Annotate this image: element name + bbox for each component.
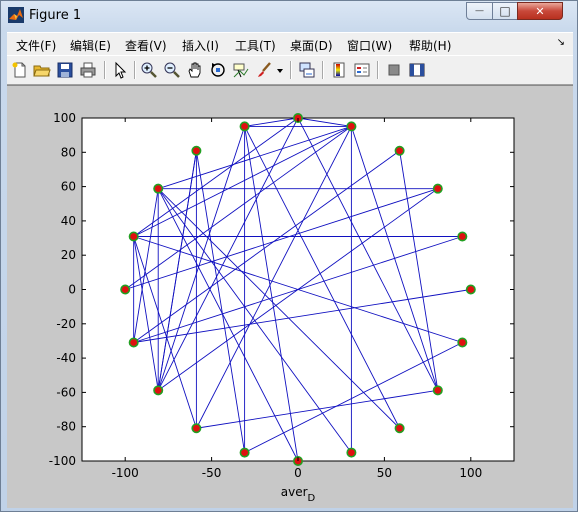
x-tick-label: 100 <box>459 466 482 480</box>
graph-node <box>128 337 139 348</box>
toolbar-separator <box>322 61 324 79</box>
menu-insert[interactable]: 插入(I) <box>182 37 219 54</box>
y-tick-label: 100 <box>53 111 76 125</box>
close-icon: ✕ <box>535 4 545 18</box>
graph-node <box>346 121 357 132</box>
dock-figure-icon[interactable]: ↘ <box>557 37 565 48</box>
show-plot-tools-icon[interactable] <box>408 61 426 79</box>
y-tick-label: -40 <box>56 351 76 365</box>
y-tick-label: -100 <box>49 454 76 468</box>
graph-node <box>432 385 443 396</box>
window-title: Figure 1 <box>29 8 82 23</box>
graph-node <box>128 231 139 242</box>
menu-window[interactable]: 窗口(W) <box>347 37 392 54</box>
menu-file[interactable]: 文件(F) <box>16 37 56 54</box>
pan-hand-icon[interactable] <box>186 61 204 79</box>
graph-node <box>457 337 468 348</box>
y-tick-label: 60 <box>61 180 76 194</box>
link-plot-icon[interactable] <box>298 61 316 79</box>
y-tick-label: -20 <box>56 317 76 331</box>
toolbar-separator <box>104 61 106 79</box>
graph-node <box>465 284 476 295</box>
graph-node <box>432 183 443 194</box>
title-bar[interactable]: Figure 1 — □ ✕ <box>1 1 577 31</box>
zoom-in-icon[interactable] <box>140 61 158 79</box>
y-tick-label: 20 <box>61 248 76 262</box>
figure-window: Figure 1 — □ ✕ 文件(F) 编辑(E) 查看(V) 插入(I) 工… <box>0 0 578 512</box>
graph-node <box>239 121 250 132</box>
legend-icon[interactable] <box>353 61 371 79</box>
graph-node <box>394 145 405 156</box>
maximize-button[interactable]: □ <box>492 2 518 20</box>
x-axis-label: averD <box>281 485 316 504</box>
graph-node <box>239 447 250 458</box>
graph-node <box>191 145 202 156</box>
plot-area: -100 -50 0 50 100 100 80 60 40 20 0 -20 -40 -60 -80 -10… <box>49 111 515 504</box>
brush-icon[interactable] <box>255 61 273 79</box>
save-icon[interactable] <box>56 61 74 79</box>
matlab-logo-icon <box>8 7 24 23</box>
toolbar-separator <box>377 61 379 79</box>
y-tick-label: 0 <box>68 283 76 297</box>
y-tick-label: 80 <box>61 145 76 159</box>
edit-plot-arrow-icon[interactable] <box>111 61 129 79</box>
x-axis-label-subscript: D <box>308 493 316 504</box>
close-button[interactable]: ✕ <box>517 2 563 20</box>
rotate-3d-icon[interactable] <box>209 61 227 79</box>
figure-toolbar <box>7 55 573 85</box>
menu-view[interactable]: 查看(V) <box>125 37 167 54</box>
x-tick-label: -50 <box>202 466 222 480</box>
toolbar-separator <box>134 61 136 79</box>
graph-node <box>153 183 164 194</box>
y-tick-label: 40 <box>61 214 76 228</box>
hide-plot-tools-icon[interactable] <box>385 61 403 79</box>
new-figure-icon[interactable] <box>11 61 29 79</box>
menu-bar: 文件(F) 编辑(E) 查看(V) 插入(I) 工具(T) 桌面(D) 窗口(W… <box>7 32 573 55</box>
x-tick-label: 50 <box>377 466 392 480</box>
graph-node <box>346 447 357 458</box>
toolbar-separator <box>290 61 292 79</box>
graph-node <box>457 231 468 242</box>
x-tick-label: 0 <box>294 466 302 480</box>
minimize-button[interactable]: — <box>466 2 493 20</box>
data-cursor-icon[interactable] <box>232 61 250 79</box>
graph-node <box>153 385 164 396</box>
menu-help[interactable]: 帮助(H) <box>409 37 451 54</box>
zoom-out-icon[interactable] <box>163 61 181 79</box>
x-tick-label: -100 <box>112 466 139 480</box>
open-file-icon[interactable] <box>33 61 51 79</box>
minimize-icon: — <box>475 6 484 16</box>
graph-node <box>191 423 202 434</box>
figure-canvas[interactable]: -100 -50 0 50 100 100 80 60 40 20 0 -20 -40 -60 -80 -10… <box>7 85 573 508</box>
graph-node <box>120 284 131 295</box>
menu-edit[interactable]: 编辑(E) <box>70 37 111 54</box>
colorbar-icon[interactable] <box>330 61 348 79</box>
y-tick-label: -60 <box>56 385 76 399</box>
menu-desktop[interactable]: 桌面(D) <box>290 37 333 54</box>
x-axis-label-main: aver <box>281 485 308 499</box>
maximize-icon: □ <box>499 4 511 18</box>
graph-node <box>394 423 405 434</box>
brush-dropdown-icon[interactable] <box>275 61 285 79</box>
print-icon[interactable] <box>79 61 97 79</box>
menu-tools[interactable]: 工具(T) <box>235 37 276 54</box>
y-tick-label: -80 <box>56 420 76 434</box>
